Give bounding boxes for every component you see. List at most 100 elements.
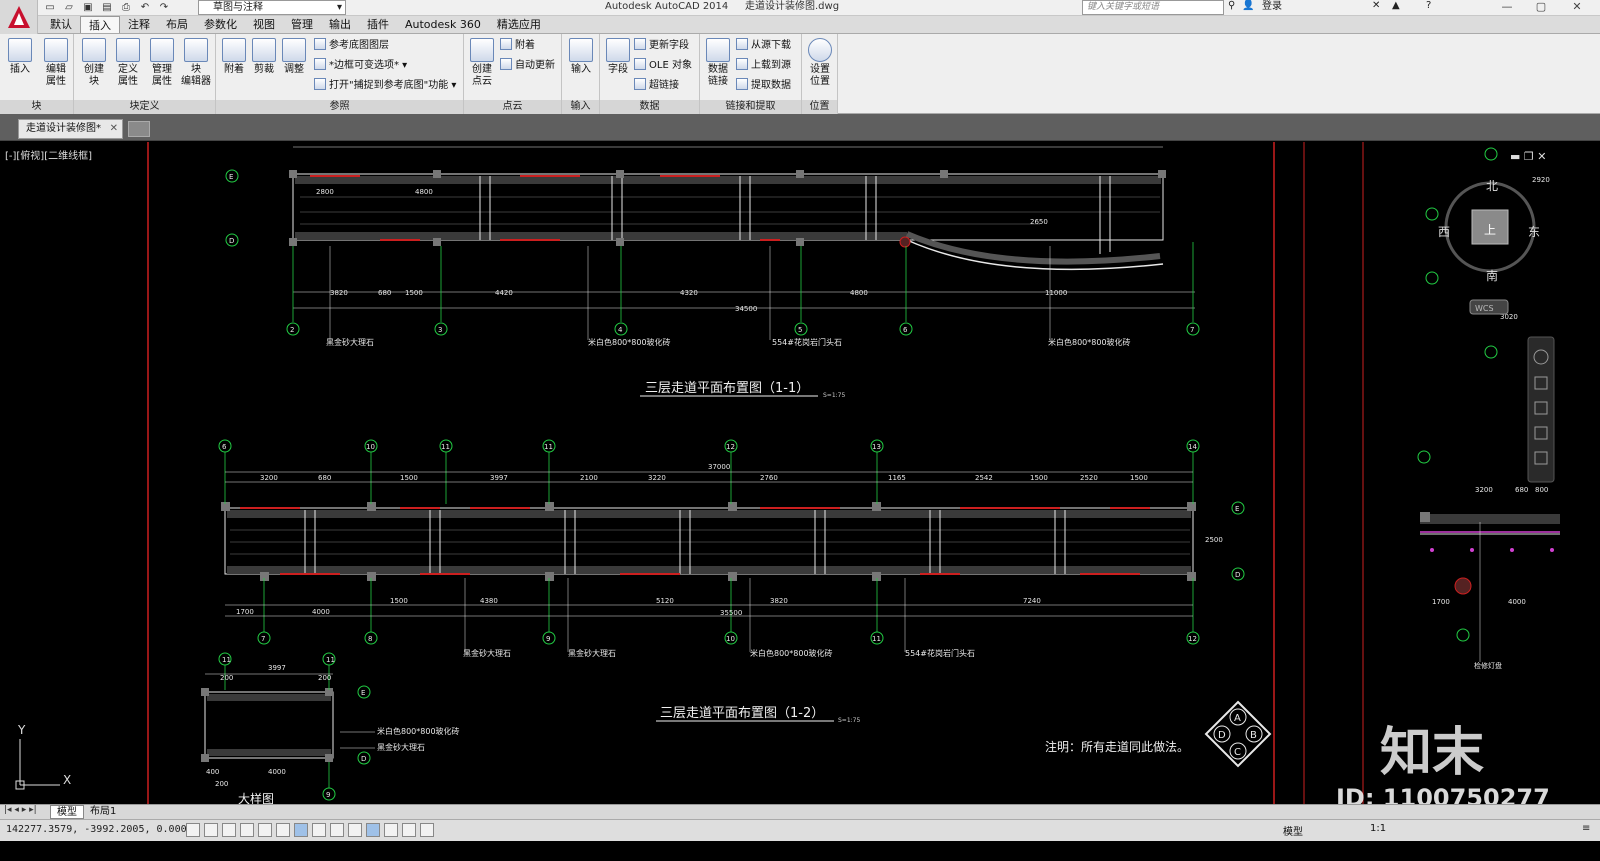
new-icon[interactable]: ▭ <box>42 1 58 15</box>
3d-object-snap-toggle[interactable] <box>294 823 308 837</box>
save-as-icon[interactable]: ▤ <box>99 1 115 15</box>
polar-tracking-toggle[interactable] <box>258 823 272 837</box>
create-pointcloud-button[interactable]: 创建 点云 <box>466 38 498 88</box>
viewcube-west[interactable]: 西 <box>1438 225 1450 239</box>
svg-text:3820: 3820 <box>770 597 788 605</box>
pointcloud-attach-button[interactable]: 附着 <box>500 38 535 54</box>
data-link-button[interactable]: 数据 链接 <box>702 38 734 88</box>
tab-8[interactable]: 插件 <box>359 16 397 33</box>
block-editor-button[interactable]: 块 编辑器 <box>178 38 214 88</box>
snap-mode-toggle[interactable] <box>204 823 218 837</box>
auto-update-button[interactable]: 自动更新 <box>500 58 555 74</box>
viewport-controls[interactable]: ▬ ❐ ✕ <box>1510 150 1547 163</box>
manage-attributes-button[interactable]: 管理 属性 <box>146 38 178 88</box>
tab-9[interactable]: Autodesk 360 <box>397 16 489 33</box>
redo-icon[interactable]: ↷ <box>156 1 172 15</box>
login-button[interactable]: 登录 <box>1262 0 1282 14</box>
set-location-button[interactable]: 设置 位置 <box>804 38 836 88</box>
navigation-bar[interactable] <box>1527 336 1555 483</box>
viewcube-north[interactable]: 北 <box>1486 179 1498 193</box>
restore-viewport-icon[interactable]: ❐ <box>1524 150 1534 163</box>
clip-button[interactable]: 剪裁 <box>248 38 280 76</box>
update-fields-button[interactable]: 更新字段 <box>634 38 689 54</box>
selection-cycling-toggle[interactable] <box>420 823 434 837</box>
hyperlink-button[interactable]: 超链接 <box>634 78 679 94</box>
tab-0[interactable]: 默认 <box>42 16 80 33</box>
minimize-viewport-icon[interactable]: ▬ <box>1510 150 1520 163</box>
panel-title-pointcloud[interactable]: 点云 <box>464 100 561 114</box>
download-source-button[interactable]: 从源下载 <box>736 38 791 54</box>
drawing-canvas[interactable]: [-][俯视][二维线框] 2 3 4 5 6 7 E D 3820 680 1… <box>0 142 1600 804</box>
new-tab-button[interactable] <box>128 121 150 137</box>
viewcube-east[interactable]: 东 <box>1528 225 1540 239</box>
tab-2[interactable]: 注释 <box>120 16 158 33</box>
grid-display-toggle[interactable] <box>222 823 236 837</box>
close-button[interactable]: ✕ <box>1562 0 1592 15</box>
svg-text:8: 8 <box>368 635 372 643</box>
tab-1[interactable]: 插入 <box>80 16 120 33</box>
dynamic-input-toggle[interactable] <box>348 823 362 837</box>
tab-model[interactable]: 模型 <box>50 805 84 819</box>
extract-data-button[interactable]: 提取数据 <box>736 78 791 94</box>
application-menu-button[interactable] <box>0 0 38 34</box>
triangle-icon[interactable]: ▲ <box>1392 0 1400 11</box>
customize-menu-icon[interactable]: ≡ <box>1582 823 1590 834</box>
coordinates-readout[interactable]: 142277.3579, -3992.2005, 0.0000 <box>6 824 193 835</box>
create-block-button[interactable]: 创建 块 <box>78 38 110 88</box>
adjust-button[interactable]: 调整 <box>278 38 310 76</box>
upload-source-button[interactable]: 上载到源 <box>736 58 791 74</box>
tab-3[interactable]: 布局 <box>158 16 196 33</box>
panel-title-reference[interactable]: 参照 <box>216 100 463 114</box>
viewcube[interactable] <box>1444 181 1536 315</box>
ole-object-button[interactable]: OLE 对象 <box>634 58 692 74</box>
snap-underlay-dropdown[interactable]: 打开"捕捉到参考底图"功能 ▾ <box>314 78 456 94</box>
close-viewport-icon[interactable]: ✕ <box>1537 150 1546 163</box>
attach-button[interactable]: 附着 <box>218 38 250 76</box>
file-title: 走道设计装修图.dwg <box>745 1 840 12</box>
save-icon[interactable]: ▣ <box>80 1 96 15</box>
workspace-select[interactable]: 草图与注释 ▾ <box>198 0 346 15</box>
search-input[interactable]: 键入关键字或短语 <box>1082 0 1224 15</box>
infer-constraints-toggle[interactable] <box>186 823 200 837</box>
quick-properties-toggle[interactable] <box>402 823 416 837</box>
minimize-button[interactable]: — <box>1492 0 1522 15</box>
underlay-layers-button[interactable]: 参考底图图层 <box>314 38 389 54</box>
tab-5[interactable]: 视图 <box>245 16 283 33</box>
define-attributes-button[interactable]: 定义 属性 <box>112 38 144 88</box>
svg-text:3820: 3820 <box>330 289 348 297</box>
viewcube-top[interactable]: 上 <box>1484 223 1496 237</box>
transparency-toggle[interactable] <box>384 823 398 837</box>
object-snap-tracking-toggle[interactable] <box>312 823 326 837</box>
exchange-icon[interactable]: ✕ <box>1372 0 1380 11</box>
tab-7[interactable]: 输出 <box>321 16 359 33</box>
tab-layout1[interactable]: 布局1 <box>84 805 122 819</box>
svg-text:2920: 2920 <box>1532 176 1550 184</box>
print-icon[interactable]: ⎙ <box>118 1 134 15</box>
maximize-button[interactable]: ▢ <box>1526 0 1556 15</box>
model-space-toggle[interactable]: 模型 <box>1283 823 1303 838</box>
tab-4[interactable]: 参数化 <box>196 16 245 33</box>
open-icon[interactable]: ▱ <box>61 1 77 15</box>
tab-10[interactable]: 精选应用 <box>489 16 549 33</box>
panel-title-block[interactable]: 块 <box>0 100 73 114</box>
binoculars-icon[interactable]: ⚲ <box>1228 0 1235 11</box>
help-icon[interactable]: ? <box>1426 0 1431 11</box>
edit-attributes-button[interactable]: 编辑 属性 <box>38 38 74 88</box>
tab-6[interactable]: 管理 <box>283 16 321 33</box>
close-icon[interactable]: ✕ <box>110 120 118 138</box>
file-tab[interactable]: 走道设计装修图* ✕ <box>18 119 123 139</box>
lineweight-toggle[interactable] <box>366 823 380 837</box>
insert-button[interactable]: 插入 <box>4 38 36 76</box>
annotation-scale[interactable]: 1:1 <box>1370 823 1386 834</box>
wcs-menu[interactable]: WCS <box>1475 304 1494 313</box>
field-button[interactable]: 字段 <box>602 38 634 76</box>
ortho-mode-toggle[interactable] <box>240 823 254 837</box>
import-button[interactable]: 输入 <box>565 38 597 76</box>
undo-icon[interactable]: ↶ <box>137 1 153 15</box>
dynamic-ucs-toggle[interactable] <box>330 823 344 837</box>
object-snap-toggle[interactable] <box>276 823 290 837</box>
frame-variable-dropdown[interactable]: *边框可变选项* ▾ <box>314 58 407 74</box>
tab-scroll-arrows-icon[interactable]: |◂ ◂ ▸ ▸| <box>4 805 37 815</box>
panel-title-block-definition[interactable]: 块定义 <box>74 100 215 114</box>
viewcube-south[interactable]: 南 <box>1486 268 1498 283</box>
